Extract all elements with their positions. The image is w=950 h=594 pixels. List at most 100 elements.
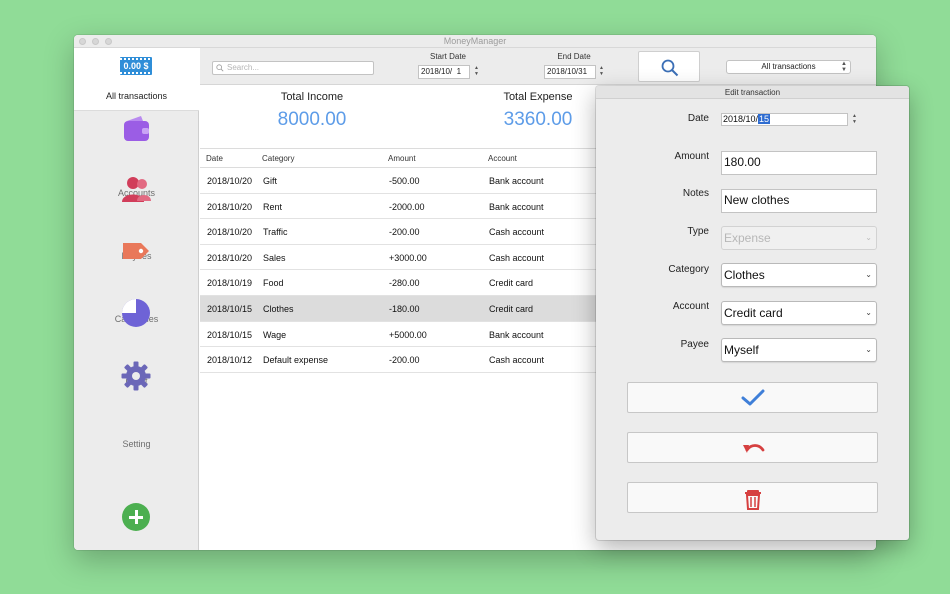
date-stepper[interactable]: ▲ ▼ bbox=[850, 113, 859, 126]
payee-value: Myself bbox=[724, 343, 759, 357]
notes-label: Notes bbox=[682, 188, 709, 199]
category-value: Clothes bbox=[724, 268, 765, 282]
cell-date: 2018/10/15 bbox=[207, 303, 253, 314]
column-header-amount[interactable]: Amount bbox=[388, 154, 416, 163]
money-badge-icon: 0.00 $ bbox=[120, 57, 152, 75]
cell-account: Cash account bbox=[489, 252, 545, 263]
cell-category: Traffic bbox=[263, 227, 288, 238]
sidebar-item-label: Setting bbox=[122, 439, 151, 449]
cell-category: Food bbox=[263, 278, 284, 289]
category-select[interactable]: Clothes ⌄ bbox=[721, 263, 877, 287]
cell-category: Wage bbox=[263, 329, 287, 340]
undo-button[interactable] bbox=[627, 432, 878, 463]
sidebar-item-all-transactions[interactable]: 0.00 $ All transactions bbox=[74, 48, 199, 111]
cell-account: Credit card bbox=[489, 303, 534, 314]
column-header-category[interactable]: Category bbox=[262, 154, 294, 163]
undo-icon bbox=[743, 444, 765, 453]
sidebar-item-label: All transactions bbox=[105, 91, 168, 101]
transaction-filter-select[interactable]: All transactions ▲ ▼ bbox=[726, 60, 851, 74]
cell-date: 2018/10/19 bbox=[207, 278, 253, 289]
date-prefix: 2018/10/ bbox=[723, 114, 759, 124]
cell-amount: -280.00 bbox=[389, 278, 420, 289]
date-day-selected[interactable]: 15 bbox=[758, 114, 771, 124]
cell-date: 2018/10/20 bbox=[207, 176, 253, 186]
end-date-stepper[interactable]: ▲ ▼ bbox=[597, 65, 606, 79]
cell-account: Bank account bbox=[489, 176, 544, 186]
cell-account: Bank account bbox=[489, 201, 544, 212]
column-header-date[interactable]: Date bbox=[206, 154, 223, 163]
gear-icon bbox=[121, 361, 151, 391]
dialog-title: Edit transaction bbox=[596, 86, 909, 99]
chevron-updown-icon: ⌄ bbox=[865, 233, 872, 242]
magnifier-icon bbox=[661, 59, 679, 77]
date-label: Date bbox=[687, 113, 709, 124]
start-date-label: Start Date bbox=[429, 52, 466, 61]
pie-chart-icon bbox=[122, 299, 150, 327]
cell-category: Clothes bbox=[263, 303, 294, 314]
search-button[interactable] bbox=[638, 51, 700, 82]
search-input[interactable]: Search... bbox=[212, 61, 374, 75]
updown-arrows-icon: ▲ ▼ bbox=[841, 61, 847, 73]
cell-date: 2018/10/20 bbox=[207, 227, 253, 238]
cell-account: Credit card bbox=[489, 278, 534, 289]
cell-amount: -200.00 bbox=[389, 355, 420, 366]
total-income-value: 8000.00 bbox=[277, 109, 347, 130]
search-icon bbox=[216, 64, 224, 72]
window-title: MoneyManager bbox=[443, 36, 507, 46]
total-income-label: Total Income bbox=[280, 91, 344, 103]
cell-date: 2018/10/20 bbox=[207, 252, 253, 263]
chevron-updown-icon: ⌄ bbox=[865, 308, 872, 317]
title-bar[interactable]: MoneyManager bbox=[74, 35, 876, 48]
cell-category: Sales bbox=[263, 252, 286, 263]
search-placeholder: Search... bbox=[227, 63, 260, 72]
cell-date: 2018/10/15 bbox=[207, 329, 253, 340]
wallet-icon bbox=[124, 116, 149, 141]
cell-amount: +5000.00 bbox=[389, 329, 427, 340]
cell-account: Bank account bbox=[489, 329, 544, 340]
payee-select[interactable]: Myself ⌄ bbox=[721, 338, 877, 362]
notes-field[interactable]: New clothes bbox=[721, 189, 877, 213]
start-date-stepper[interactable]: ▲ ▼ bbox=[472, 65, 481, 79]
type-value: Expense bbox=[724, 231, 771, 245]
amount-label: Amount bbox=[674, 151, 709, 162]
trash-icon bbox=[745, 490, 761, 510]
cell-date: 2018/10/20 bbox=[207, 201, 253, 212]
payee-label: Payee bbox=[680, 339, 709, 350]
column-header-account[interactable]: Account bbox=[488, 154, 517, 163]
cell-category: Gift bbox=[263, 176, 278, 186]
account-label: Account bbox=[672, 301, 709, 312]
people-icon bbox=[122, 177, 151, 202]
cell-amount: +3000.00 bbox=[389, 252, 427, 263]
end-date-field[interactable]: 2018/10/31 bbox=[544, 65, 596, 79]
amount-field[interactable]: 180.00 bbox=[721, 151, 877, 175]
account-select[interactable]: Credit card ⌄ bbox=[721, 301, 877, 325]
chevron-updown-icon: ⌄ bbox=[865, 270, 872, 279]
cell-amount: -2000.00 bbox=[389, 201, 425, 212]
start-date-field[interactable]: 2018/10/ 1 bbox=[418, 65, 470, 79]
end-date-label: End Date bbox=[557, 52, 591, 61]
type-label: Type bbox=[687, 226, 709, 237]
account-value: Credit card bbox=[724, 306, 783, 320]
cell-account: Cash account bbox=[489, 355, 545, 366]
cell-category: Default expense bbox=[263, 355, 329, 366]
total-expense-value: 3360.00 bbox=[503, 109, 573, 130]
delete-button[interactable] bbox=[627, 482, 878, 513]
tag-icon bbox=[123, 243, 149, 259]
cell-amount: -500.00 bbox=[389, 176, 420, 186]
cell-amount: -200.00 bbox=[389, 227, 420, 238]
checkmark-icon bbox=[741, 389, 765, 406]
category-label: Category bbox=[668, 264, 709, 275]
add-transaction-button[interactable] bbox=[122, 503, 150, 531]
cell-account: Cash account bbox=[489, 227, 545, 238]
cell-category: Rent bbox=[263, 201, 283, 212]
filter-value: All transactions bbox=[761, 62, 816, 71]
date-field[interactable]: 2018/10/15 bbox=[721, 113, 848, 126]
cell-date: 2018/10/12 bbox=[207, 355, 253, 366]
sidebar: 0.00 $ All transactions Accounts Payees bbox=[74, 48, 199, 550]
type-select: Expense ⌄ bbox=[721, 226, 877, 250]
chevron-updown-icon: ⌄ bbox=[865, 345, 872, 354]
cell-amount: -180.00 bbox=[389, 303, 420, 314]
toolbar: Search... Start Date 2018/10/ 1 ▲ ▼ End D… bbox=[200, 48, 876, 85]
edit-transaction-dialog: Edit transaction Date 2018/10/15 ▲ ▼ Amou… bbox=[596, 86, 909, 540]
confirm-button[interactable] bbox=[627, 382, 878, 413]
